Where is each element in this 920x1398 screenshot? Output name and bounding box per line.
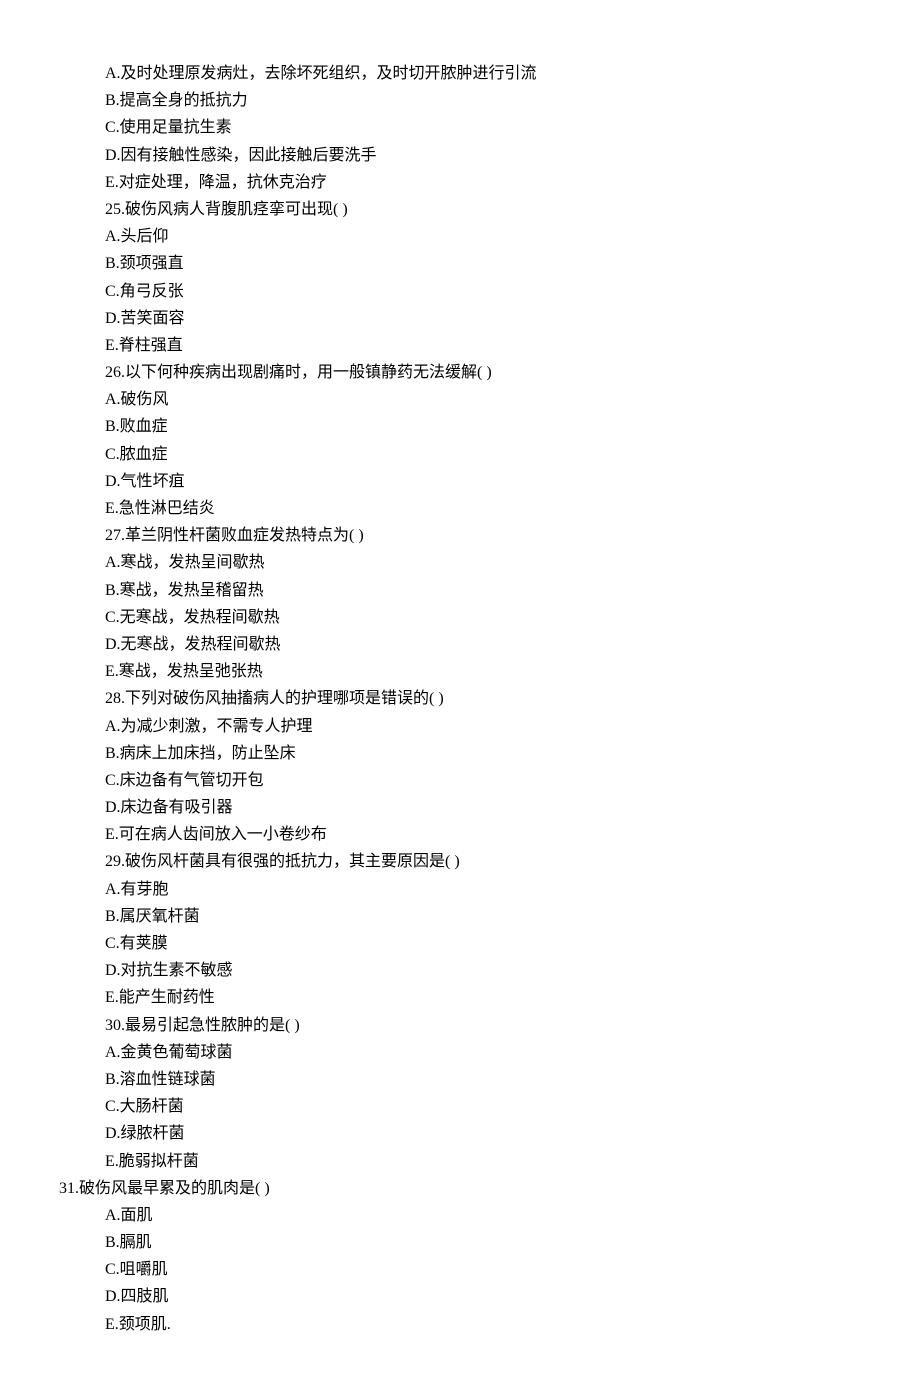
text-line: D.因有接触性感染，因此接触后要洗手 bbox=[45, 142, 875, 169]
text-line: A.及时处理原发病灶，去除坏死组织，及时切开脓肿进行引流 bbox=[45, 60, 875, 87]
text-line: 31.破伤风最早累及的肌肉是( ) bbox=[45, 1175, 875, 1202]
text-line: A.金黄色葡萄球菌 bbox=[45, 1039, 875, 1066]
text-line: B.提高全身的抵抗力 bbox=[45, 87, 875, 114]
text-line: D.对抗生素不敏感 bbox=[45, 957, 875, 984]
text-line: B.膈肌 bbox=[45, 1229, 875, 1256]
text-line: C.角弓反张 bbox=[45, 278, 875, 305]
text-line: A.寒战，发热呈间歇热 bbox=[45, 549, 875, 576]
text-line: E.可在病人齿间放入一小卷纱布 bbox=[45, 821, 875, 848]
text-line: C.有荚膜 bbox=[45, 930, 875, 957]
text-line: 30.最易引起急性脓肿的是( ) bbox=[45, 1012, 875, 1039]
text-line: E.脊柱强直 bbox=[45, 332, 875, 359]
text-line: C.床边备有气管切开包 bbox=[45, 767, 875, 794]
text-line: B.溶血性链球菌 bbox=[45, 1066, 875, 1093]
text-line: C.大肠杆菌 bbox=[45, 1093, 875, 1120]
text-line: C.咀嚼肌 bbox=[45, 1256, 875, 1283]
text-line: D.绿脓杆菌 bbox=[45, 1120, 875, 1147]
text-line: E.能产生耐药性 bbox=[45, 984, 875, 1011]
text-line: C.无寒战，发热程间歇热 bbox=[45, 604, 875, 631]
text-line: A.面肌 bbox=[45, 1202, 875, 1229]
text-line: A.为减少刺激，不需专人护理 bbox=[45, 713, 875, 740]
text-line: D.无寒战，发热程间歇热 bbox=[45, 631, 875, 658]
text-line: E.急性淋巴结炎 bbox=[45, 495, 875, 522]
text-line: E.脆弱拟杆菌 bbox=[45, 1148, 875, 1175]
text-line: A.头后仰 bbox=[45, 223, 875, 250]
text-line: 25.破伤风病人背腹肌痉挛可出现( ) bbox=[45, 196, 875, 223]
text-line: E.颈项肌. bbox=[45, 1311, 875, 1338]
text-line: D.床边备有吸引器 bbox=[45, 794, 875, 821]
text-line: E.对症处理，降温，抗休克治疗 bbox=[45, 169, 875, 196]
text-line: 29.破伤风杆菌具有很强的抵抗力，其主要原因是( ) bbox=[45, 848, 875, 875]
text-line: A.有芽胞 bbox=[45, 876, 875, 903]
text-line: E.寒战，发热呈弛张热 bbox=[45, 658, 875, 685]
text-line: B.败血症 bbox=[45, 413, 875, 440]
text-line: A.破伤风 bbox=[45, 386, 875, 413]
text-line: D.苦笑面容 bbox=[45, 305, 875, 332]
text-line: B.颈项强直 bbox=[45, 250, 875, 277]
text-line: B.属厌氧杆菌 bbox=[45, 903, 875, 930]
text-line: B.寒战，发热呈稽留热 bbox=[45, 577, 875, 604]
text-line: B.病床上加床挡，防止坠床 bbox=[45, 740, 875, 767]
text-line: C.脓血症 bbox=[45, 441, 875, 468]
document-body: A.及时处理原发病灶，去除坏死组织，及时切开脓肿进行引流B.提高全身的抵抗力C.… bbox=[45, 60, 875, 1338]
text-line: D.气性坏疽 bbox=[45, 468, 875, 495]
text-line: D.四肢肌 bbox=[45, 1283, 875, 1310]
text-line: 27.革兰阴性杆菌败血症发热特点为( ) bbox=[45, 522, 875, 549]
text-line: 28.下列对破伤风抽搐病人的护理哪项是错误的( ) bbox=[45, 685, 875, 712]
text-line: C.使用足量抗生素 bbox=[45, 114, 875, 141]
text-line: 26.以下何种疾病出现剧痛时，用一般镇静药无法缓解( ) bbox=[45, 359, 875, 386]
